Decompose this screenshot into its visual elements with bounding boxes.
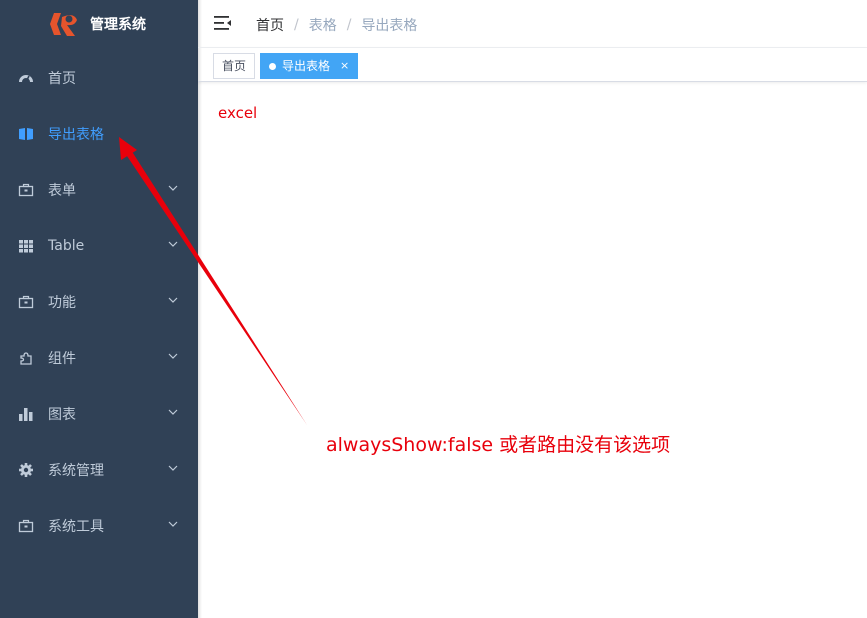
sidebar-item-label: 组件	[48, 351, 76, 367]
hamburger-icon[interactable]	[214, 14, 232, 32]
sidebar-item-charts[interactable]: 图表	[0, 386, 198, 442]
sidebar-item-table[interactable]: Table	[0, 218, 198, 274]
chevron-down-icon	[168, 465, 178, 471]
chevron-down-icon	[168, 241, 178, 247]
breadcrumb-table: 表格	[308, 18, 337, 34]
sidebar: 管理系统 首页 导出表格 表单 Table 功能 组件 图表 系统管理 系统工具	[0, 0, 198, 618]
annotation-label: alwaysShow:false 或者路由没有该选项	[326, 434, 671, 456]
sidebar-item-label: 首页	[48, 71, 76, 87]
briefcase-icon	[18, 294, 34, 310]
sidebar-item-system-tools[interactable]: 系统工具	[0, 498, 198, 554]
navbar: 首页 / 表格 / 导出表格	[198, 0, 867, 48]
logo[interactable]: 管理系统	[0, 0, 198, 48]
gear-icon	[18, 462, 34, 478]
chevron-down-icon	[168, 185, 178, 191]
breadcrumb-current: 导出表格	[361, 18, 418, 34]
logo-title: 管理系统	[90, 17, 146, 33]
sidebar-item-label: 图表	[48, 407, 76, 423]
briefcase-icon	[18, 518, 34, 534]
sidebar-item-features[interactable]: 功能	[0, 274, 198, 330]
sidebar-item-label: 表单	[48, 183, 76, 199]
breadcrumb-separator: /	[294, 17, 299, 33]
bar-chart-icon	[18, 406, 34, 422]
sidebar-item-label: 系统管理	[48, 463, 104, 479]
sidebar-item-label: 系统工具	[48, 519, 104, 535]
logo-icon	[50, 13, 77, 36]
chevron-down-icon	[168, 521, 178, 527]
chevron-down-icon	[168, 353, 178, 359]
sidebar-item-export-table[interactable]: 导出表格	[0, 106, 198, 162]
page-content-text: excel	[218, 104, 258, 122]
chevron-down-icon	[168, 297, 178, 303]
tag-export-table[interactable]: 导出表格 ×	[260, 53, 359, 79]
chevron-down-icon	[168, 409, 178, 415]
briefcase-icon	[18, 182, 34, 198]
sidebar-item-label: 功能	[48, 295, 76, 311]
sidebar-item-label: 导出表格	[48, 127, 104, 143]
sidebar-item-label: Table	[48, 238, 85, 254]
sidebar-item-home[interactable]: 首页	[0, 50, 198, 106]
puzzle-icon	[18, 350, 34, 366]
sidebar-item-system-management[interactable]: 系统管理	[0, 442, 198, 498]
sidebar-item-form[interactable]: 表单	[0, 162, 198, 218]
sidebar-item-components[interactable]: 组件	[0, 330, 198, 386]
breadcrumb-separator: /	[346, 17, 352, 33]
dashboard-icon	[18, 70, 34, 86]
tag-home[interactable]: 首页	[213, 53, 256, 79]
breadcrumb: 首页 / 表格 / 导出表格	[256, 15, 417, 35]
breadcrumb-home[interactable]: 首页	[256, 15, 284, 35]
tags-view: 首页 导出表格 ×	[198, 48, 867, 82]
sidebar-shadow	[198, 0, 202, 618]
close-icon[interactable]: ×	[340, 54, 349, 78]
tag-label: 导出表格	[282, 59, 331, 73]
active-dot-icon	[269, 62, 276, 70]
book-icon	[18, 126, 34, 142]
grid-icon	[18, 238, 34, 254]
